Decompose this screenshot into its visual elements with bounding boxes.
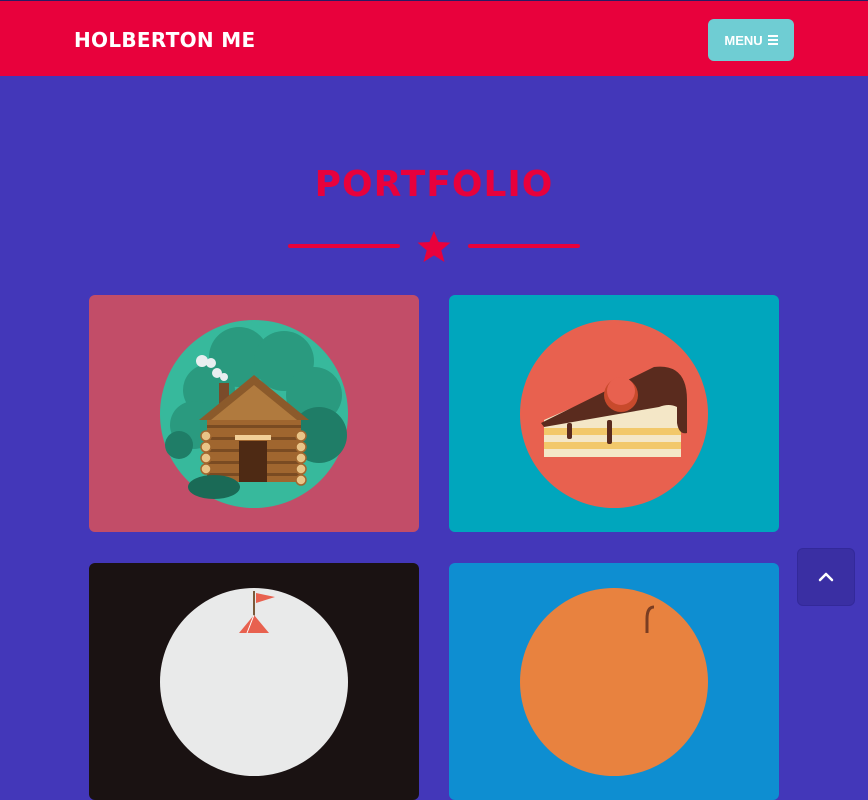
navbar: HOLBERTON ME MENU [0,0,868,76]
chevron-up-icon [818,572,834,582]
divider-line-right [468,244,580,248]
star-icon [417,231,451,262]
cake-slice-icon [520,320,708,508]
log-cabin-icon [160,320,348,508]
bars-icon [767,35,778,45]
game-controller-icon [520,588,708,776]
portfolio-item-game[interactable] [449,563,779,800]
portfolio-item-circus[interactable] [89,563,419,800]
circus-tent-icon [160,588,348,776]
divider-line-left [288,244,400,248]
portfolio-item-cabin[interactable] [89,295,419,532]
brand-logo[interactable]: HOLBERTON ME [74,28,255,52]
portfolio-item-cake[interactable] [449,295,779,532]
menu-button[interactable]: MENU [708,19,794,61]
menu-label: MENU [724,32,763,48]
scroll-to-top-button[interactable] [797,548,855,606]
section-title: PORTFOLIO [314,164,554,205]
